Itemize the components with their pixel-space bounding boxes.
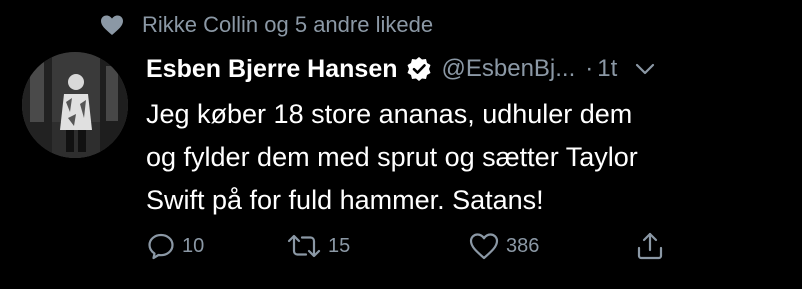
- share-icon: [637, 232, 663, 260]
- heart-icon: [101, 15, 123, 35]
- avatar[interactable]: [22, 52, 128, 158]
- social-context-text: Rikke Collin og 5 andre likede: [142, 12, 434, 37]
- reply-button[interactable]: 10: [146, 231, 204, 261]
- social-context: Rikke Collin og 5 andre likede: [100, 8, 433, 42]
- meta-separator: ·: [585, 55, 594, 82]
- like-icon: [469, 233, 499, 260]
- retweet-button[interactable]: 15: [286, 231, 350, 261]
- like-count: 386: [506, 234, 540, 257]
- tweet-actions: 10 15 386: [146, 228, 676, 264]
- retweet-count: 15: [328, 234, 351, 257]
- tweet-timestamp[interactable]: 1t: [597, 55, 617, 83]
- reply-count: 10: [182, 234, 205, 257]
- reply-icon: [148, 233, 174, 260]
- verified-badge-icon: [407, 57, 430, 81]
- tweet-header: Esben Bjerre Hansen @EsbenBj... · 1t: [146, 50, 786, 88]
- like-button[interactable]: 386: [468, 231, 539, 261]
- retweet-icon: [287, 234, 321, 258]
- share-button[interactable]: [636, 231, 664, 261]
- chevron-down-icon[interactable]: [635, 62, 655, 76]
- author-name[interactable]: Esben Bjerre Hansen: [146, 55, 398, 84]
- tweet-text: Jeg køber 18 store ananas, udhuler dem o…: [146, 99, 638, 215]
- tweet-card[interactable]: Rikke Collin og 5 andre likede Esben Bje…: [0, 0, 802, 289]
- tweet-content: Esben Bjerre Hansen @EsbenBj... · 1t Jeg…: [146, 50, 786, 222]
- author-handle[interactable]: @EsbenBj...: [442, 55, 576, 83]
- avatar-photo: [22, 52, 128, 158]
